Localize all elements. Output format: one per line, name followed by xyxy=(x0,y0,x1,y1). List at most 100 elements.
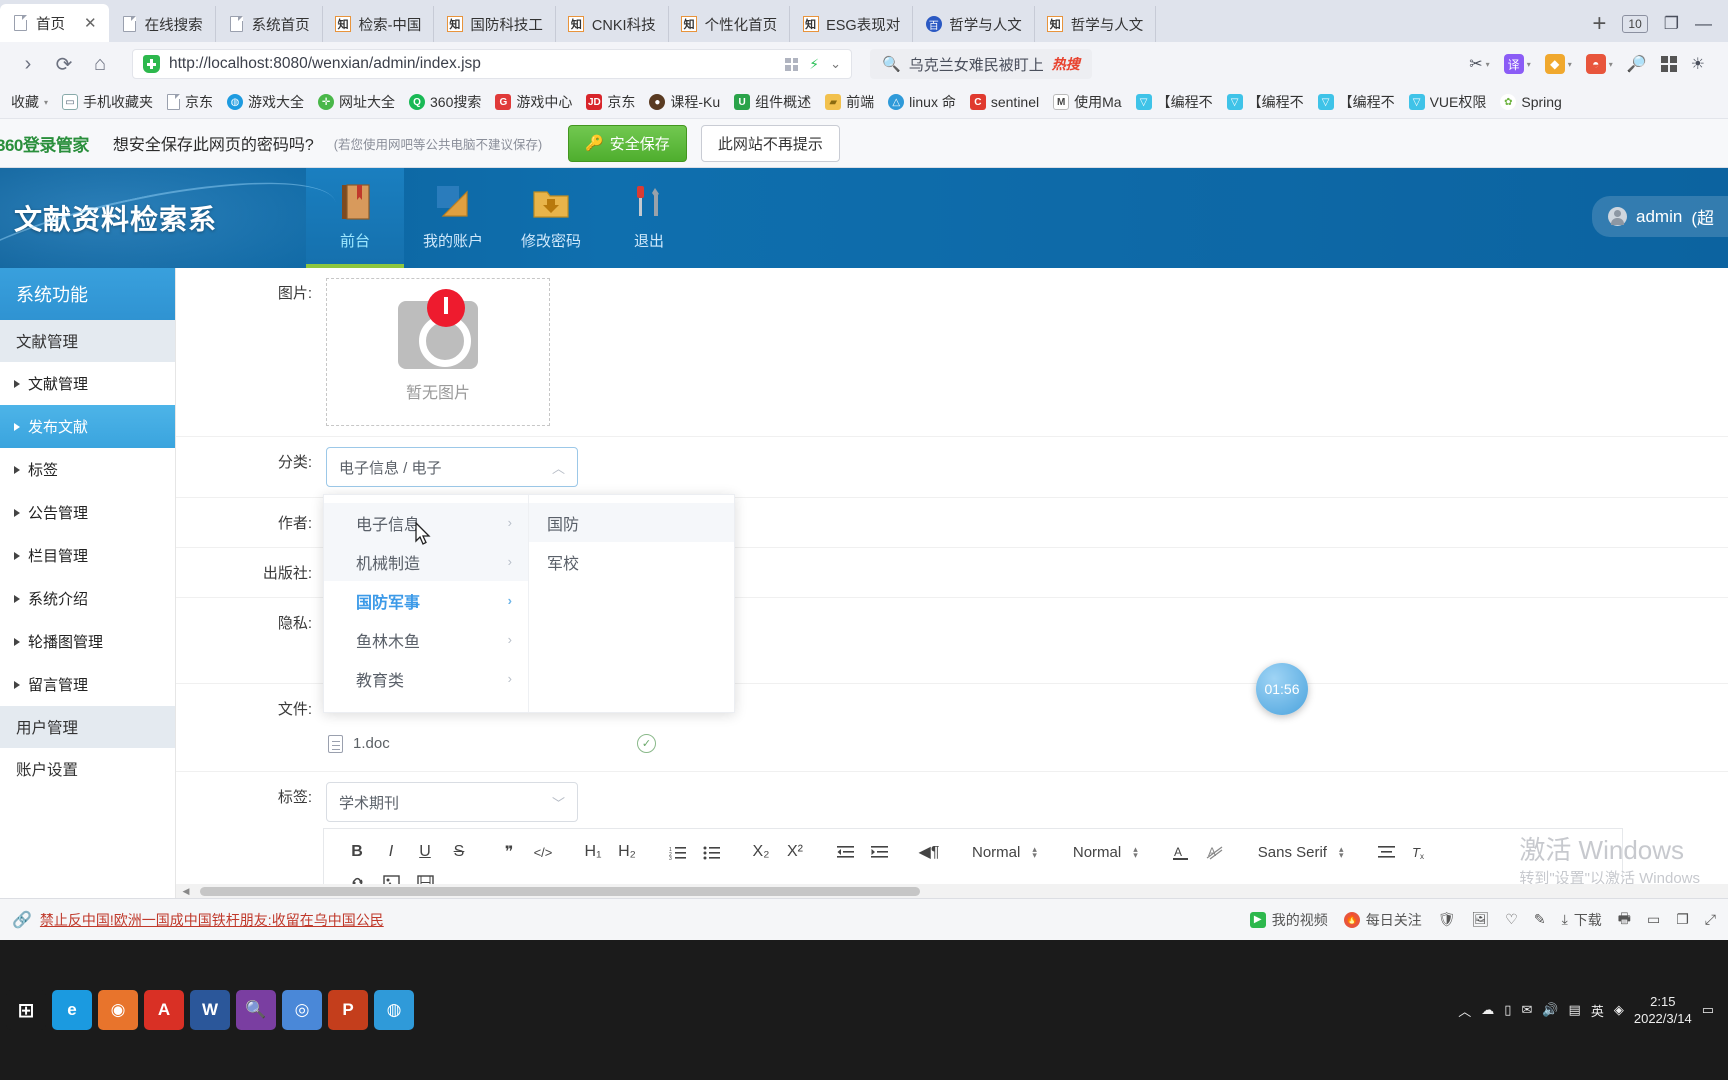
apps-grid-icon[interactable] xyxy=(1656,52,1682,76)
chevron-down-icon[interactable]: ⌄ xyxy=(830,56,841,72)
news-ticker[interactable]: 禁止反中国!欧洲一国成中国铁杆朋友:收留在乌中国公民 xyxy=(40,910,384,930)
firefox-icon[interactable]: ◉ xyxy=(98,990,138,1030)
cascader-option-guofang[interactable]: 国防 xyxy=(529,503,734,542)
category-select[interactable]: 电子信息 / 电子 ︿ xyxy=(326,447,578,487)
browser360-icon[interactable]: ◍ xyxy=(374,990,414,1030)
image-icon[interactable]: 🖼 xyxy=(1472,911,1490,928)
cascader-option-defense[interactable]: 国防军事 › xyxy=(324,581,528,620)
sidebar-item-carousel[interactable]: 轮播图管理 xyxy=(0,620,175,663)
never-ask-button[interactable]: 此网站不再提示 xyxy=(700,124,840,162)
code-block-button[interactable]: </> xyxy=(526,837,560,867)
daily-focus-button[interactable]: 🔥 每日关注 xyxy=(1343,910,1422,930)
browser-tab[interactable]: 知 检索-中国 xyxy=(323,6,435,42)
bookmark-item[interactable]: U 组件概述 xyxy=(727,92,818,112)
bookmark-item[interactable]: ● 课程-Ku xyxy=(642,92,727,112)
cascader-option-yulinmuyu[interactable]: 鱼林木鱼 › xyxy=(324,620,528,659)
bookmark-item[interactable]: M 使用Ma xyxy=(1046,92,1128,112)
minimize-window-icon[interactable]: — xyxy=(1695,14,1712,34)
new-tab-button[interactable]: + xyxy=(1592,12,1606,36)
heading2-button[interactable]: H₂ xyxy=(610,837,644,867)
shield-icon[interactable]: 🛡 xyxy=(1438,911,1456,928)
secure-save-button[interactable]: 🔑 安全保存 xyxy=(568,124,687,162)
start-button[interactable]: ⊞ xyxy=(6,990,46,1030)
uploaded-file-row[interactable]: 1.doc ✓ xyxy=(326,728,656,753)
search-input[interactable]: 🔍 乌克兰女难民被盯上 热搜 xyxy=(870,49,1092,79)
heart-icon[interactable]: ♡ xyxy=(1505,911,1518,928)
italic-button[interactable]: I xyxy=(374,837,408,867)
sidebar-item-tags[interactable]: 标签 xyxy=(0,448,175,491)
user-chip[interactable]: admin (超 xyxy=(1592,196,1728,237)
battery-icon[interactable]: ▯ xyxy=(1504,1002,1511,1018)
qrcode-icon[interactable] xyxy=(785,57,799,71)
tray-expand-icon[interactable]: ︿ xyxy=(1458,1001,1471,1020)
scrollbar-thumb[interactable] xyxy=(200,887,920,896)
blockquote-button[interactable]: ❞ xyxy=(492,837,526,867)
ppt-icon[interactable]: P xyxy=(328,990,368,1030)
restore-window-icon[interactable]: ❐ xyxy=(1664,14,1679,34)
home-button[interactable]: ⌂ xyxy=(82,46,118,82)
underline-button[interactable]: U xyxy=(408,837,442,867)
search-icon[interactable]: 🔍 xyxy=(236,990,276,1030)
strikethrough-button[interactable]: S xyxy=(442,837,476,867)
bookmark-item[interactable]: ✿ Spring xyxy=(1493,94,1568,110)
browser-tab[interactable]: 知 哲学与人文 xyxy=(1035,6,1157,42)
cascader-option-machinery[interactable]: 机械制造 › xyxy=(324,542,528,581)
cascader-option-electronics[interactable]: 电子信息 › xyxy=(324,503,528,542)
notifications-icon[interactable]: ▭ xyxy=(1702,1002,1714,1018)
bookmark-root[interactable]: 收藏 ▾ xyxy=(4,92,55,112)
taskbar-clock[interactable]: 2:15 2022/3/14 xyxy=(1634,993,1692,1027)
browser-tab[interactable]: 百 哲学与人文 xyxy=(913,6,1035,42)
browser-tab[interactable]: 知 CNKI科技 xyxy=(556,6,669,42)
text-direction-button[interactable]: ◀¶ xyxy=(912,837,946,867)
pdf-icon[interactable]: A xyxy=(144,990,184,1030)
font-size-select[interactable]: Normal ▴ ▾ xyxy=(1063,844,1148,861)
highlight-icon[interactable]: A xyxy=(1198,837,1232,867)
sidebar-item-columns[interactable]: 栏目管理 xyxy=(0,534,175,577)
tab-count-badge[interactable]: 10 xyxy=(1622,15,1648,33)
sidebar-group-account[interactable]: 账户设置 xyxy=(0,748,175,790)
bookmark-item[interactable]: ▽ 【编程不 xyxy=(1311,92,1402,112)
bookmark-item[interactable]: ✛ 网址大全 xyxy=(311,92,402,112)
horizontal-scrollbar[interactable]: ◀ xyxy=(176,884,1728,898)
browser-tab[interactable]: 知 ESG表现对 xyxy=(790,6,914,42)
bookmark-item[interactable]: Csentinel xyxy=(963,94,1046,110)
reload-button[interactable]: ⟳ xyxy=(46,46,82,82)
nav-item-logout[interactable]: 退出 xyxy=(600,168,698,268)
bold-button[interactable]: B xyxy=(340,837,374,867)
sidebar-item-publish[interactable]: 发布文献 xyxy=(0,405,175,448)
nav-item-frontend[interactable]: 前台 xyxy=(306,168,404,268)
bookmark-item[interactable]: △ linux 命 xyxy=(881,92,963,112)
tag-select[interactable]: 学术期刊 ﹀ xyxy=(326,782,578,822)
browser-tab[interactable]: 系统首页 xyxy=(216,6,323,42)
browser-tab[interactable]: 知 国防科技工 xyxy=(434,6,556,42)
heading1-button[interactable]: H₁ xyxy=(576,837,610,867)
translate-icon[interactable]: 译 ▾ xyxy=(1499,50,1536,78)
scroll-left-arrow[interactable]: ◀ xyxy=(178,884,194,898)
bookmark-item[interactable]: G 游戏中心 xyxy=(488,92,579,112)
cascader-option-junxiao[interactable]: 军校 xyxy=(529,542,734,581)
app-tray-icon[interactable]: ◈ xyxy=(1614,1002,1624,1018)
sidebar-item-announcements[interactable]: 公告管理 xyxy=(0,491,175,534)
bookmark-item[interactable]: ▰ 前端 xyxy=(818,92,881,112)
network-icon[interactable]: ▤ xyxy=(1569,1002,1581,1018)
print-icon[interactable]: 🖶 xyxy=(1618,908,1631,932)
outdent-button[interactable] xyxy=(828,837,862,867)
nav-item-my-account[interactable]: 我的账户 xyxy=(404,168,502,268)
sound-icon[interactable]: 🔊 xyxy=(1542,1002,1558,1018)
sidebar-item-system-intro[interactable]: 系统介绍 xyxy=(0,577,175,620)
cascader-option-education[interactable]: 教育类 › xyxy=(324,659,528,698)
bullet-list-button[interactable] xyxy=(694,837,728,867)
download-button[interactable]: ⤓ 下载 xyxy=(1562,910,1602,930)
tab-icon[interactable]: ❐ xyxy=(1676,911,1689,928)
my-videos-button[interactable]: ▶ 我的视频 xyxy=(1249,910,1328,930)
scissors-icon[interactable]: ✂ ▾ xyxy=(1464,50,1494,78)
browser-tab[interactable]: 在线搜索 xyxy=(109,6,216,42)
bookmark-item[interactable]: 京东 xyxy=(160,92,220,112)
align-icon[interactable] xyxy=(1369,837,1403,867)
bookmark-item[interactable]: JD 京东 xyxy=(579,92,642,112)
word-icon[interactable]: W xyxy=(190,990,230,1030)
ordered-list-button[interactable]: 123 xyxy=(660,837,694,867)
bookmark-item[interactable]: ▭ 手机收藏夹 xyxy=(55,92,160,112)
brightness-icon[interactable]: ☀ xyxy=(1686,50,1710,78)
forward-button[interactable]: › xyxy=(10,46,46,82)
